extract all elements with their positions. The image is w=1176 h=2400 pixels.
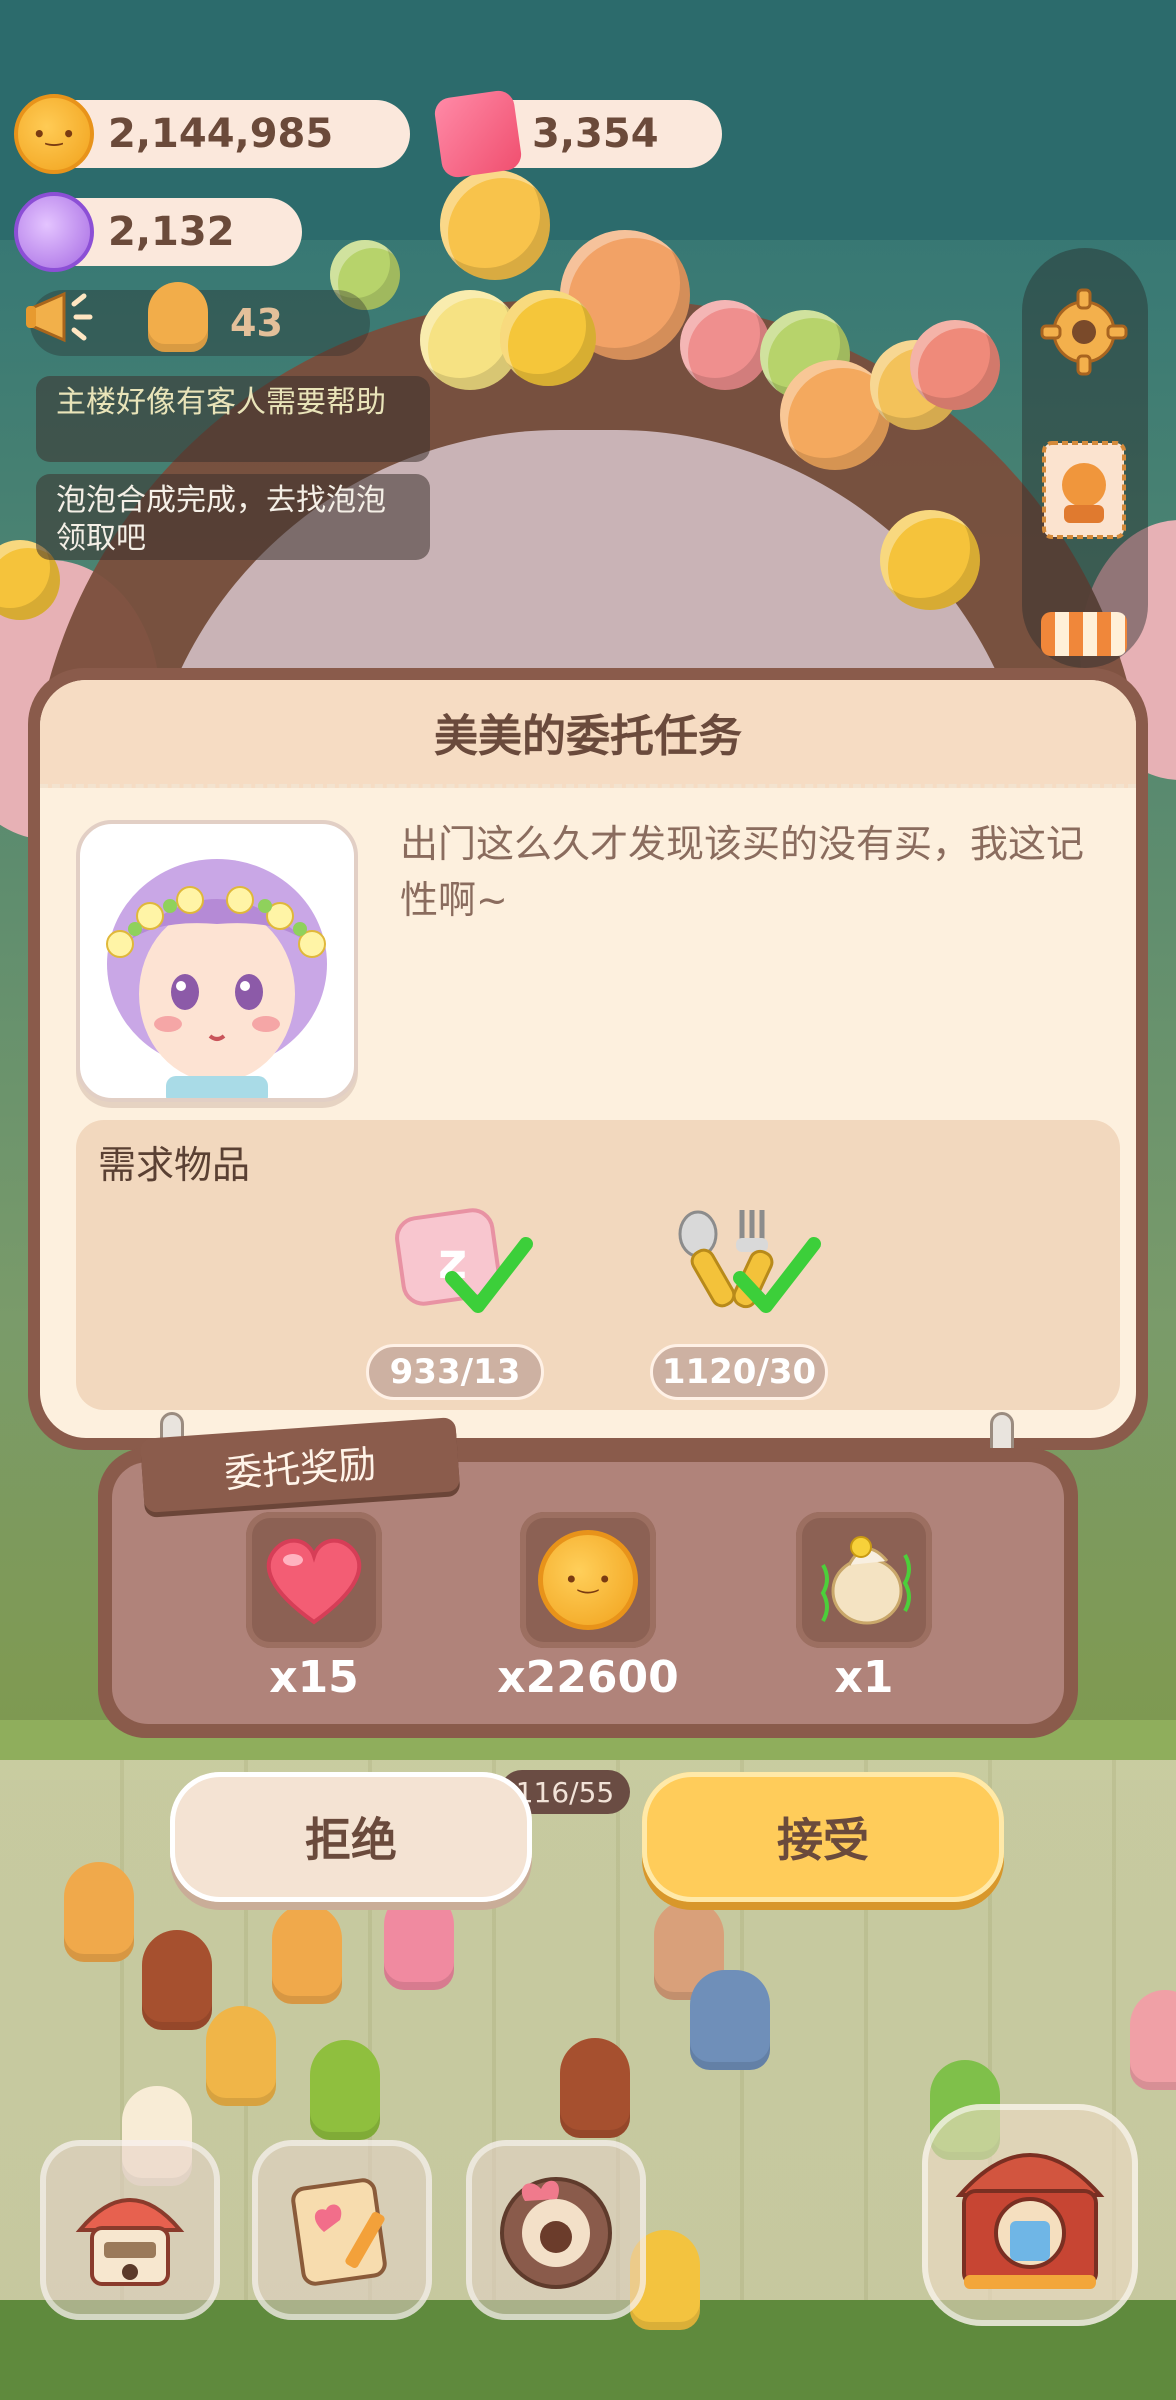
hotel-button[interactable] (40, 2140, 220, 2320)
commission-dialog: 美美的委托任务 出门这么久才发现该买的没有买，我这记性啊~ 需求物品 z 933… (28, 668, 1148, 1450)
gingerbread-character[interactable] (272, 1904, 342, 2004)
girl-avatar (106, 859, 327, 1098)
dialog-body: 美美的委托任务 出门这么久才发现该买的没有买，我这记性啊~ 需求物品 z 933… (40, 680, 1136, 1438)
bubble (880, 510, 980, 610)
bubble (680, 300, 770, 390)
gingerbread-character[interactable] (142, 1930, 212, 2030)
required-item-count: 1120/30 (650, 1344, 828, 1400)
candy-icon (14, 192, 94, 272)
candy-amount: 2,132 (108, 209, 235, 255)
gingerbread-character[interactable] (206, 2006, 276, 2106)
theater-icon (955, 2153, 1105, 2289)
cake-shop-icon (500, 2177, 612, 2289)
gingerbread-character[interactable] (310, 2040, 380, 2140)
reward-slot[interactable] (246, 1512, 382, 1648)
speaker-count: 43 (230, 301, 283, 345)
required-items-title: 需求物品 (98, 1143, 251, 1187)
gingerbread-character[interactable] (690, 1970, 770, 2070)
dialog-title: 美美的委托任务 (40, 680, 1136, 788)
pillow-icon: z (395, 1208, 533, 1313)
required-item[interactable]: z 933/13 (366, 1200, 546, 1400)
heart-icon (266, 1538, 362, 1625)
dragon-egg-icon (820, 1536, 911, 1625)
cookie-currency[interactable]: 2,144,985 (14, 94, 410, 174)
accept-button[interactable]: 接受 (642, 1772, 1004, 1902)
gingerbread-avatar (148, 282, 208, 352)
bubble (500, 290, 596, 386)
gem-amount: 3,354 (532, 111, 659, 157)
required-item[interactable]: 1120/30 (650, 1200, 830, 1400)
gear-icon (1040, 288, 1128, 376)
notice-guest[interactable]: 主楼好像有客人需要帮助 (36, 376, 430, 462)
awning-icon (1041, 612, 1127, 656)
stamp-icon (1042, 441, 1126, 539)
gingerbread-character[interactable] (560, 2038, 630, 2138)
reward-qty: x22600 (497, 1652, 679, 1703)
bakery-button[interactable] (466, 2140, 646, 2320)
stamp-button[interactable] (1034, 440, 1134, 540)
megaphone-icon (26, 291, 93, 343)
gem-icon (432, 88, 524, 180)
shop-awning-button[interactable] (1034, 604, 1134, 664)
cookie-icon (14, 94, 94, 174)
notebook-icon (291, 2178, 387, 2286)
required-items-panel: 需求物品 z 933/13 1120/30 (76, 1120, 1120, 1410)
hotel-icon (75, 2198, 185, 2286)
candy-currency[interactable]: 2,132 (14, 192, 302, 272)
reward-slot[interactable]: •‿• (520, 1512, 656, 1648)
reward-qty: x15 (269, 1652, 359, 1703)
gingerbread-character[interactable] (64, 1862, 134, 1962)
cutlery-icon (678, 1210, 821, 1313)
cookie-icon: •‿• (538, 1530, 638, 1630)
customer-portrait (76, 820, 358, 1102)
gingerbread-character[interactable] (384, 1890, 454, 1990)
reject-button[interactable]: 拒绝 (170, 1772, 532, 1902)
required-item-count: 933/13 (366, 1344, 544, 1400)
gem-currency[interactable]: 3,354 (432, 88, 722, 180)
cookie-amount: 2,144,985 (108, 111, 334, 157)
gingerbread-character[interactable] (1130, 1990, 1176, 2090)
diary-button[interactable] (252, 2140, 432, 2320)
notice-bubble[interactable]: 泡泡合成完成，去找泡泡领取吧 (36, 474, 430, 560)
theater-button[interactable] (922, 2104, 1138, 2326)
reward-qty: x1 (834, 1652, 894, 1703)
bubble (440, 170, 550, 280)
reward-slot[interactable] (796, 1512, 932, 1648)
settings-button[interactable] (1034, 282, 1134, 382)
customer-quote: 出门这么久才发现该买的没有买，我这记性啊~ (400, 822, 1085, 922)
bubble (910, 320, 1000, 410)
